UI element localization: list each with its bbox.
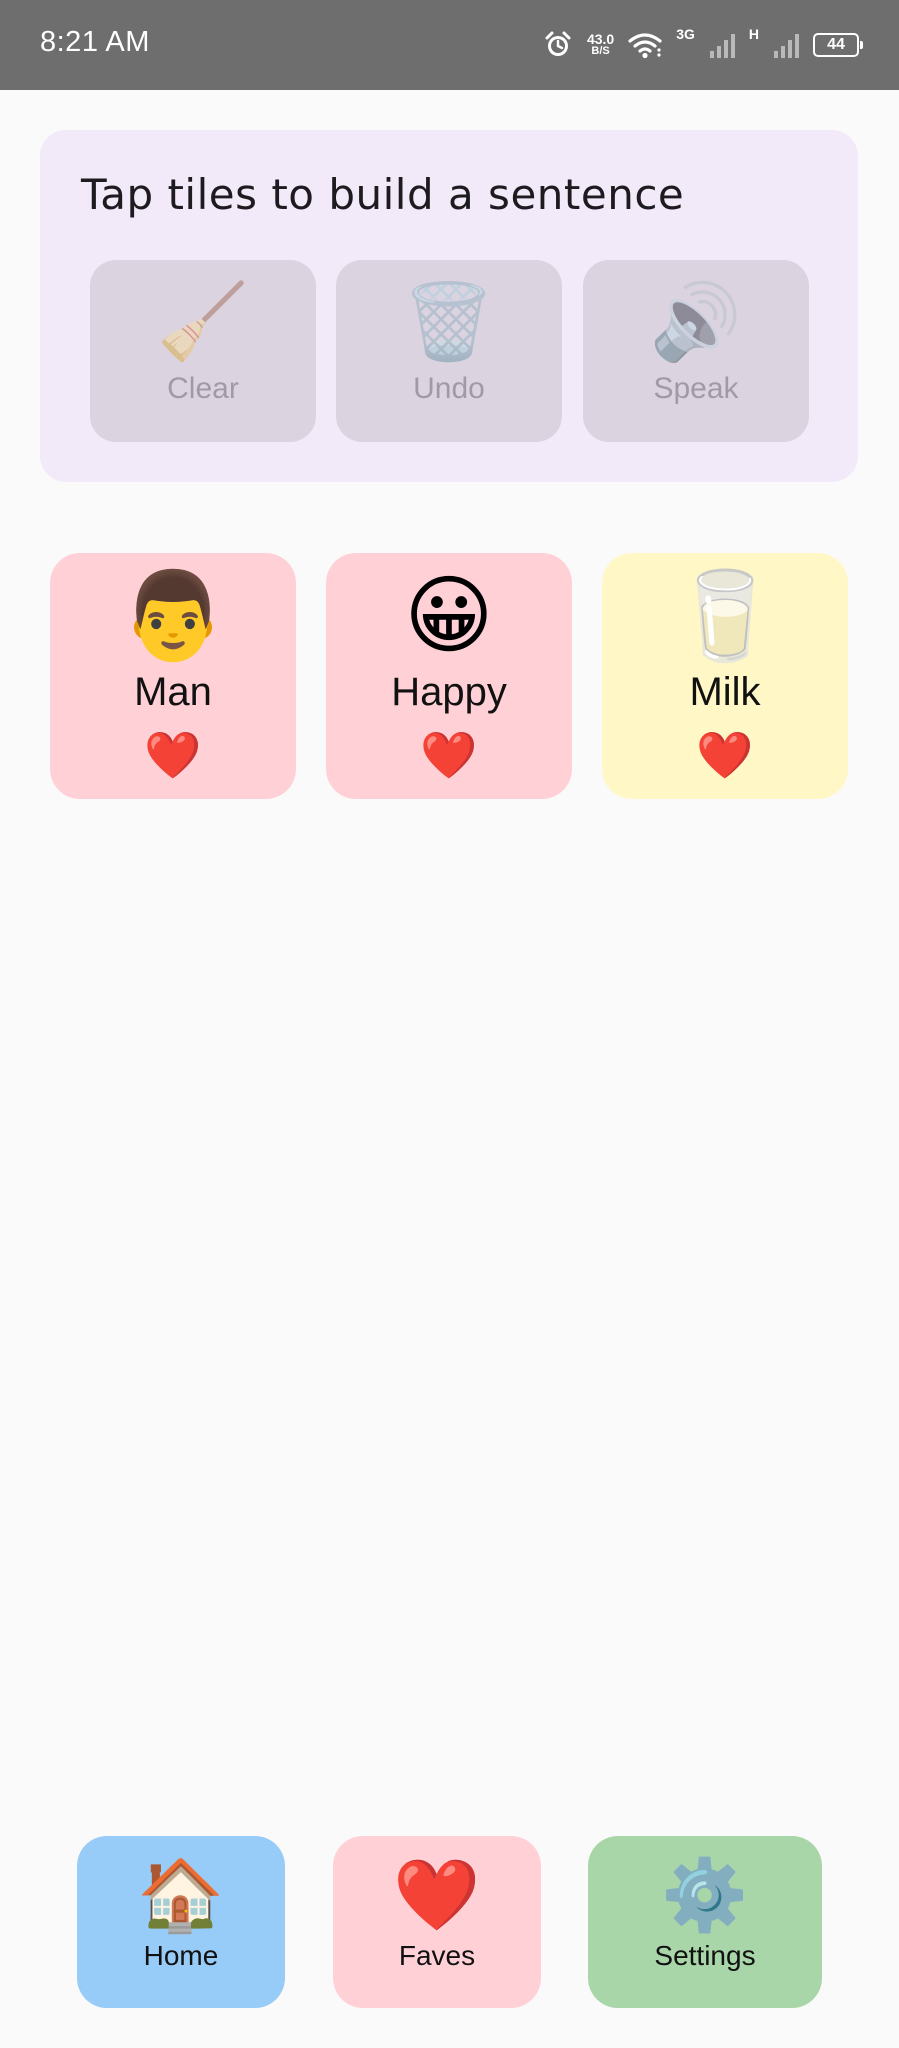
nav-faves-button[interactable]: ❤️ Faves xyxy=(333,1836,541,2008)
tile-label: Happy xyxy=(391,670,507,714)
speak-button[interactable]: 🔊 Speak xyxy=(583,260,809,442)
undo-button[interactable]: 🗑️ Undo xyxy=(336,260,562,442)
network-speed-unit: B/S xyxy=(591,45,610,57)
signal-icon xyxy=(774,34,799,58)
tile-man[interactable]: 👨 Man ❤️ xyxy=(50,553,296,799)
wifi-icon xyxy=(628,33,662,59)
clear-button-label: Clear xyxy=(167,372,239,405)
nav-faves-label: Faves xyxy=(398,1940,476,1971)
gear-icon: ⚙️ xyxy=(661,1854,749,1936)
house-icon: 🏠 xyxy=(137,1854,225,1936)
signal-icon xyxy=(709,34,735,58)
milk-glass-icon: 🥛 xyxy=(671,566,779,666)
nav-home-label: Home xyxy=(143,1940,219,1971)
alarm-icon xyxy=(545,31,571,56)
nav-settings-button[interactable]: ⚙️ Settings xyxy=(588,1836,822,2008)
favorite-heart-icon[interactable]: ❤️ xyxy=(696,729,753,781)
broom-icon: 🧹 xyxy=(156,279,250,365)
tile-label: Milk xyxy=(689,670,761,714)
battery-level: 44 xyxy=(827,36,845,53)
tile-happy[interactable]: 😀 Happy ❤️ xyxy=(326,553,572,799)
nav-home-button[interactable]: 🏠 Home xyxy=(77,1836,285,2008)
sentence-prompt: Tap tiles to build a sentence xyxy=(81,170,685,219)
man-icon: 👨 xyxy=(119,566,227,666)
network-h-label: H xyxy=(748,26,759,42)
nav-settings-label: Settings xyxy=(654,1940,756,1971)
trash-can-icon: 🗑️ xyxy=(402,279,496,365)
tile-milk[interactable]: 🥛 Milk ❤️ xyxy=(602,553,848,799)
sentence-panel: Tap tiles to build a sentence 🧹 Clear 🗑️… xyxy=(40,130,858,482)
clear-button[interactable]: 🧹 Clear xyxy=(90,260,316,442)
happy-face-icon: 😀 xyxy=(404,566,494,666)
speaker-icon: 🔊 xyxy=(649,279,743,365)
network-speed-value: 43.0 xyxy=(586,31,615,47)
network-speed: 43.0 B/S xyxy=(586,31,615,57)
heart-icon: ❤️ xyxy=(393,1854,481,1936)
favorite-heart-icon[interactable]: ❤️ xyxy=(144,729,201,781)
speak-button-label: Speak xyxy=(653,372,739,405)
undo-button-label: Undo xyxy=(413,372,485,405)
status-icons: 43.0 B/S 3G H 44 xyxy=(543,22,863,68)
battery-icon: 44 xyxy=(813,33,863,57)
favorite-heart-icon[interactable]: ❤️ xyxy=(420,729,477,781)
status-bar: 8:21 AM 43.0 B/S 3G H 44 xyxy=(0,0,899,90)
tile-label: Man xyxy=(134,670,212,714)
network-3g-label: 3G xyxy=(676,26,695,42)
status-time: 8:21 AM xyxy=(40,26,150,58)
